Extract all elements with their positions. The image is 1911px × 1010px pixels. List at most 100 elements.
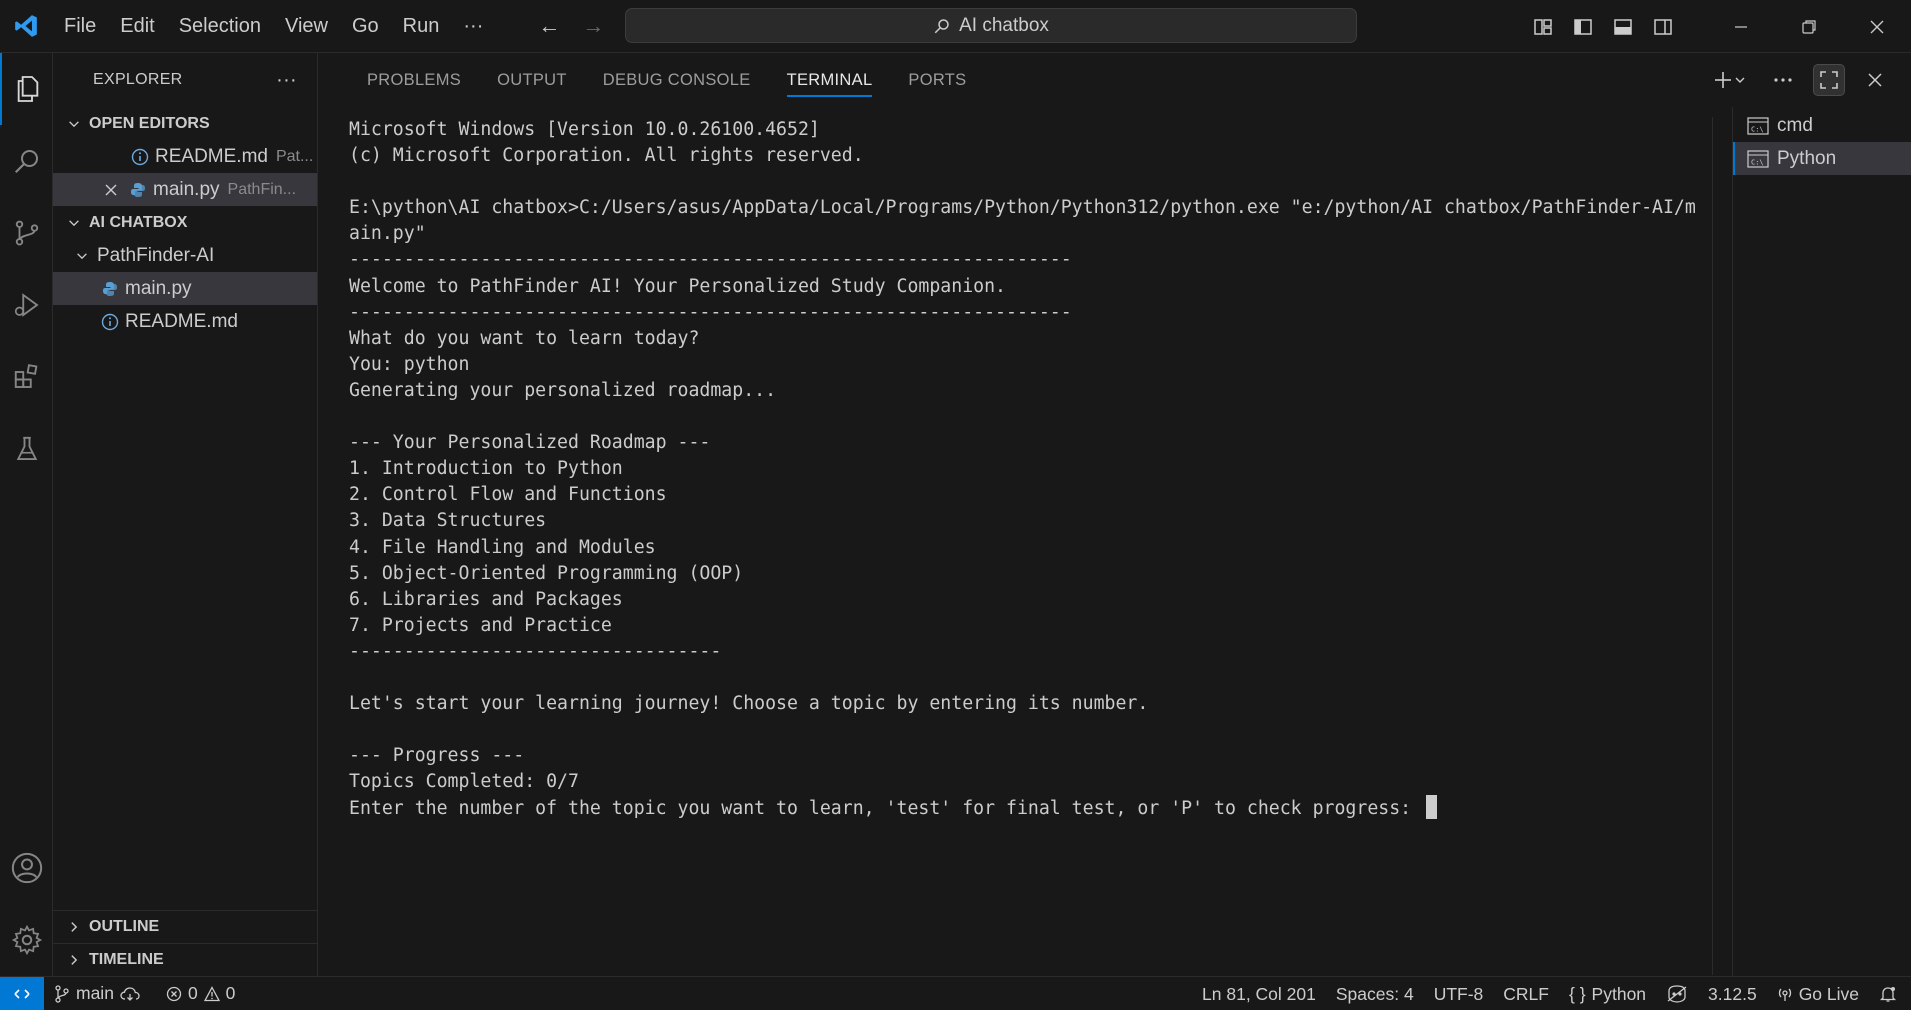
terminal-line: 7. Projects and Practice bbox=[349, 614, 612, 636]
forward-arrow-icon[interactable]: → bbox=[579, 13, 607, 39]
language-mode[interactable]: { } Python bbox=[1559, 977, 1656, 1010]
toggle-primary-sidebar-icon[interactable] bbox=[1563, 0, 1603, 53]
menu-go[interactable]: Go bbox=[340, 0, 391, 53]
terminal-line: You: python bbox=[349, 353, 470, 375]
menu-view[interactable]: View bbox=[273, 0, 340, 53]
maximize-panel-icon[interactable] bbox=[1813, 64, 1845, 96]
encoding[interactable]: UTF-8 bbox=[1424, 977, 1494, 1010]
braces-icon: { } bbox=[1568, 983, 1586, 1004]
terminal-line: --- Progress --- bbox=[349, 745, 525, 767]
terminal-line: --- Your Personalized Roadmap --- bbox=[349, 432, 711, 454]
terminal-line: ---------------------------------- bbox=[349, 640, 722, 662]
menu-file[interactable]: File bbox=[52, 0, 108, 53]
explorer-sidebar: EXPLORER ··· OPEN EDITORS README.md Pat.… bbox=[53, 53, 318, 976]
explorer-icon[interactable] bbox=[0, 53, 53, 125]
close-panel-icon[interactable] bbox=[1859, 64, 1891, 96]
terminal-line: ----------------------------------------… bbox=[349, 301, 1072, 323]
terminal-item-cmd[interactable]: C:\ cmd bbox=[1733, 109, 1911, 142]
file-main-py[interactable]: main.py bbox=[53, 272, 317, 305]
indentation[interactable]: Spaces: 4 bbox=[1326, 977, 1424, 1010]
panel-tabs: PROBLEMS OUTPUT DEBUG CONSOLE TERMINAL P… bbox=[318, 53, 1911, 107]
python-file-icon bbox=[103, 281, 117, 296]
outline-section[interactable]: OUTLINE bbox=[53, 910, 318, 943]
timeline-section[interactable]: TIMELINE bbox=[53, 943, 318, 976]
broadcast-icon bbox=[1778, 988, 1791, 1001]
terminal-line: (c) Microsoft Corporation. All rights re… bbox=[349, 145, 864, 167]
status-bar: main 0 0 Ln 81, Col 201 Spaces: 4 UTF-8 … bbox=[0, 976, 1911, 1010]
open-editor-main-desc: PathFin... bbox=[227, 180, 297, 198]
status-right: Ln 81, Col 201 Spaces: 4 UTF-8 CRLF { } … bbox=[1192, 977, 1911, 1010]
run-debug-icon[interactable] bbox=[0, 269, 53, 341]
python-file-icon bbox=[131, 182, 145, 197]
terminal-line: Topics Completed: 0/7 bbox=[349, 771, 579, 793]
close-editor-icon[interactable] bbox=[103, 182, 119, 198]
new-terminal-icon[interactable] bbox=[1709, 64, 1753, 96]
tab-problems[interactable]: PROBLEMS bbox=[349, 53, 479, 107]
notifications-bell-icon[interactable] bbox=[1869, 977, 1911, 1010]
menu-edit[interactable]: Edit bbox=[108, 0, 166, 53]
title-controls bbox=[1523, 0, 1911, 53]
terminal-line: E:\python\AI chatbox>C:/Users/asus/AppDa… bbox=[349, 197, 1696, 219]
terminal-line: ----------------------------------------… bbox=[349, 249, 1072, 271]
panel-more-icon[interactable] bbox=[1767, 64, 1799, 96]
tab-ports[interactable]: PORTS bbox=[890, 53, 984, 107]
tab-debug-console[interactable]: DEBUG CONSOLE bbox=[585, 53, 769, 107]
minimize-icon[interactable] bbox=[1707, 0, 1775, 53]
terminal-line: 6. Libraries and Packages bbox=[349, 588, 623, 610]
folder-name: PathFinder-AI bbox=[97, 244, 215, 266]
file-readme-md[interactable]: README.md bbox=[53, 305, 317, 338]
search-view-icon[interactable] bbox=[0, 125, 53, 197]
open-editors-section[interactable]: OPEN EDITORS bbox=[53, 107, 317, 140]
terminal-cmd-icon: C:\ bbox=[1747, 149, 1769, 168]
back-arrow-icon[interactable]: ← bbox=[535, 13, 563, 39]
end-of-line[interactable]: CRLF bbox=[1493, 977, 1559, 1010]
terminal-item-python[interactable]: C:\ Python bbox=[1733, 142, 1911, 175]
menu-run[interactable]: Run bbox=[391, 0, 452, 53]
git-branch-icon bbox=[55, 984, 69, 1003]
settings-gear-icon[interactable] bbox=[0, 904, 53, 976]
open-editor-main[interactable]: main.py PathFin... bbox=[53, 173, 317, 206]
terminal-output[interactable]: Microsoft Windows [Version 10.0.26100.46… bbox=[349, 117, 1719, 967]
accounts-icon[interactable] bbox=[0, 832, 53, 904]
terminal-item-python-label: Python bbox=[1777, 147, 1837, 169]
terminal-line: 1. Introduction to Python bbox=[349, 458, 623, 480]
error-count: 0 bbox=[187, 983, 198, 1003]
vscode-logo-icon bbox=[0, 0, 52, 53]
source-control-icon[interactable] bbox=[0, 197, 53, 269]
close-window-icon[interactable] bbox=[1843, 0, 1911, 53]
sync-cloud-icon[interactable] bbox=[120, 986, 140, 1002]
menu-more-icon[interactable]: ··· bbox=[451, 0, 495, 53]
remote-indicator-icon[interactable] bbox=[0, 976, 44, 1010]
chevron-down-icon bbox=[69, 219, 79, 226]
error-icon bbox=[166, 986, 182, 1001]
folder-pathfinder-ai[interactable]: PathFinder-AI bbox=[53, 239, 317, 272]
open-editor-main-name: main.py bbox=[153, 178, 220, 200]
menu-selection[interactable]: Selection bbox=[167, 0, 273, 53]
customize-layout-icon[interactable] bbox=[1523, 0, 1563, 53]
tab-output[interactable]: OUTPUT bbox=[479, 53, 585, 107]
cursor-position[interactable]: Ln 81, Col 201 bbox=[1192, 977, 1326, 1010]
warning-count: 0 bbox=[225, 983, 236, 1003]
explorer-more-icon[interactable]: ··· bbox=[276, 69, 297, 92]
open-editor-readme[interactable]: README.md Pat... bbox=[53, 140, 317, 173]
terminal-scrollbar[interactable] bbox=[1712, 117, 1728, 975]
title-bar: File Edit Selection View Go Run ··· ← → … bbox=[0, 0, 1911, 53]
testing-icon[interactable] bbox=[0, 413, 53, 485]
extensions-icon[interactable] bbox=[0, 341, 53, 413]
navigation-arrows: ← → bbox=[535, 13, 607, 39]
python-version[interactable]: 3.12.5 bbox=[1698, 977, 1767, 1010]
restore-icon[interactable] bbox=[1775, 0, 1843, 53]
go-live-button[interactable]: Go Live bbox=[1767, 977, 1869, 1010]
git-branch[interactable]: main bbox=[44, 977, 150, 1010]
command-center-search[interactable]: AI chatbox bbox=[625, 8, 1357, 43]
copilot-icon[interactable] bbox=[1656, 977, 1698, 1010]
toggle-panel-icon[interactable] bbox=[1603, 0, 1643, 53]
problems-indicator[interactable]: 0 0 bbox=[156, 977, 245, 1010]
terminal-cmd-icon: C:\ bbox=[1747, 116, 1769, 135]
open-editor-readme-name: README.md bbox=[155, 145, 268, 167]
terminal-line: 4. File Handling and Modules bbox=[349, 536, 656, 558]
toggle-secondary-sidebar-icon[interactable] bbox=[1643, 0, 1683, 53]
terminal-line: Generating your personalized roadmap... bbox=[349, 379, 777, 401]
tab-terminal[interactable]: TERMINAL bbox=[769, 53, 891, 107]
workspace-section[interactable]: AI CHATBOX bbox=[53, 206, 317, 239]
